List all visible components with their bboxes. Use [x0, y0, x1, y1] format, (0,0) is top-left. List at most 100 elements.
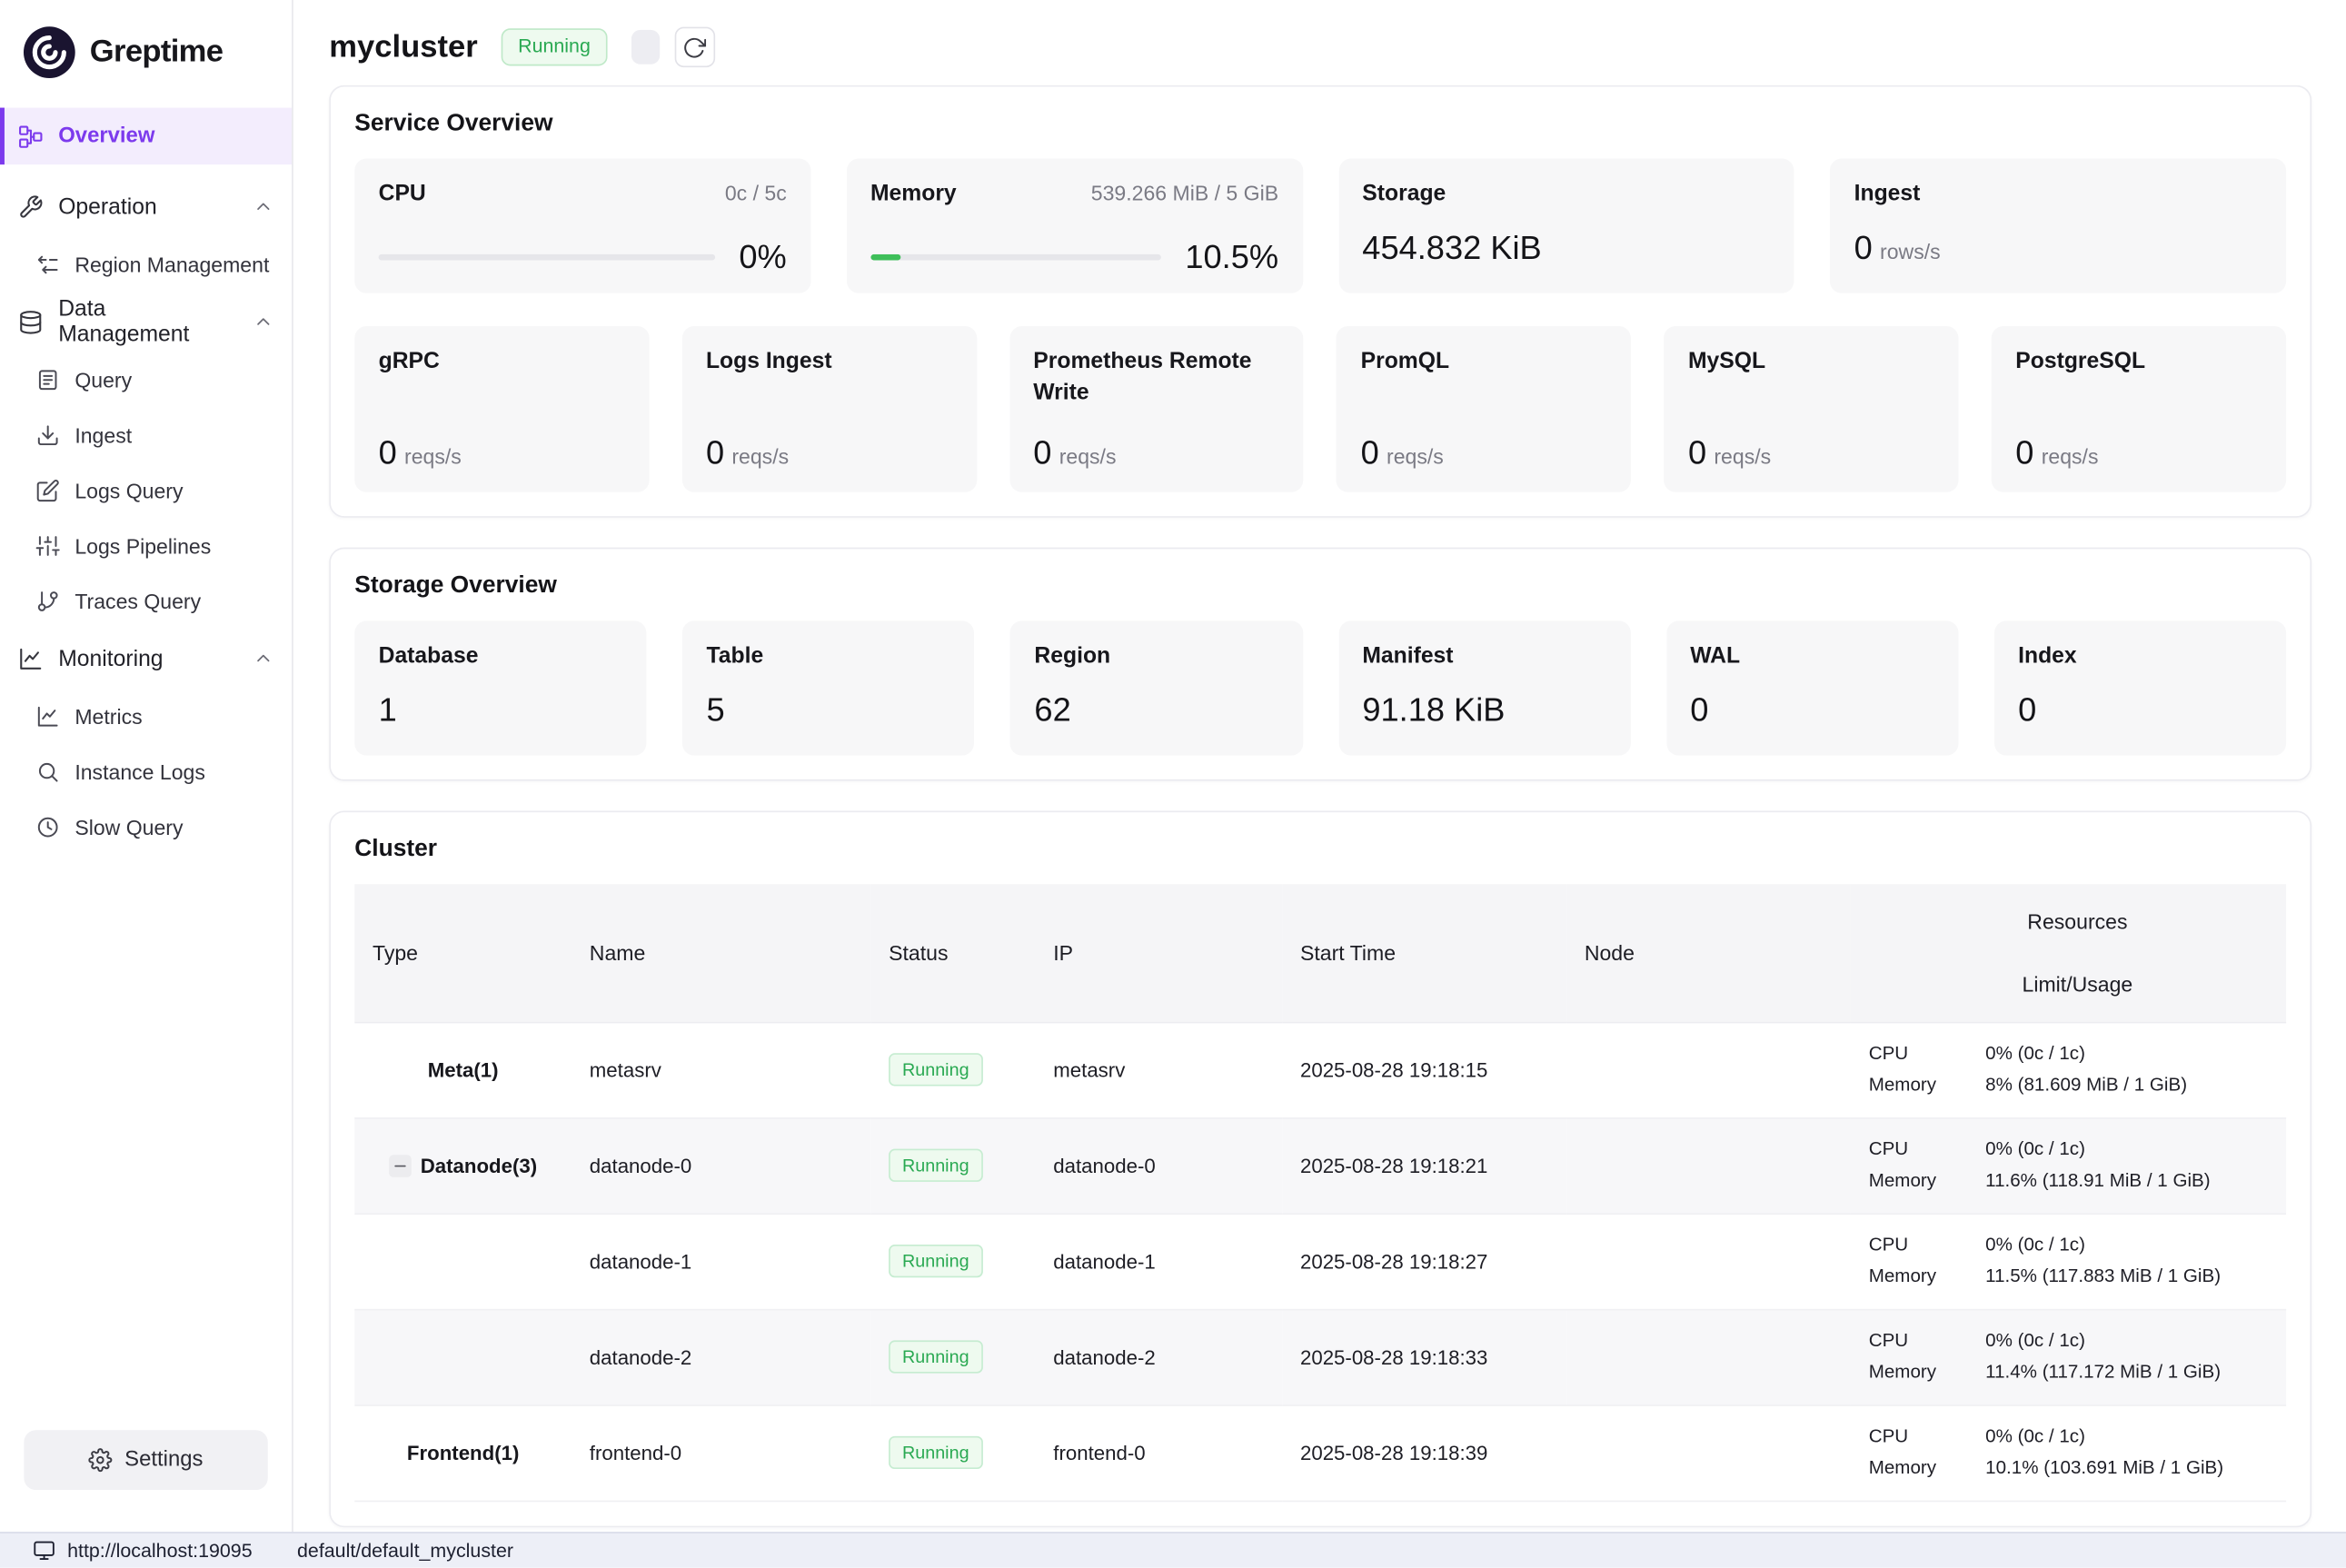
storage-overview-card: Storage Overview Database 1 Table 5 Regi… [329, 548, 2311, 781]
node-start-time: 2025-08-28 19:18:21 [1282, 1117, 1566, 1213]
sidebar-group-label: Operation [58, 194, 156, 219]
sidebar-item-label: Logs Query [75, 478, 183, 501]
stat-label: Memory [870, 178, 957, 210]
sidebar-item-label: Metrics [75, 704, 142, 728]
cpu-usage: 0% (0c / 1c) [1985, 1038, 2286, 1070]
node-name: frontend-0 [572, 1404, 870, 1500]
stat-label: Region [1034, 643, 1110, 669]
node-ip: datanode-0 [1036, 1117, 1283, 1213]
stat-value: 0 [2018, 691, 2262, 730]
minus-icon [391, 1156, 410, 1175]
sidebar-item-label: Logs Pipelines [75, 533, 211, 557]
column-header-resources: Resources Limit/Usage [1851, 884, 2286, 1021]
logs-pipelines-icon [36, 533, 60, 557]
stat-detail: 0c / 5c [725, 181, 787, 204]
status-badge: Running [889, 1436, 982, 1469]
sidebar-item-slow-query[interactable]: Slow Query [0, 799, 292, 854]
metrics-icon [36, 704, 60, 728]
main-content: mycluster Running Service Overview CPU 0… [293, 0, 2346, 1532]
node-node [1566, 1404, 1851, 1500]
table-row-datanode-1: datanode-1 Running datanode-1 2025-08-28… [354, 1213, 2286, 1308]
cluster-card: Cluster Type Name Status IP Start Time [329, 811, 2311, 1527]
sidebar-item-logs-pipelines[interactable]: Logs Pipelines [0, 518, 292, 573]
prometheus-remote-write-rate-tile: Prometheus Remote Write 0reqs/s [1009, 326, 1304, 492]
section-title: Storage Overview [354, 573, 2286, 600]
sidebar-item-label: Traces Query [75, 589, 201, 612]
sidebar-group-label: Monitoring [58, 646, 163, 671]
resource-label: Memory [1869, 1166, 1985, 1197]
status-bar: http://localhost:19095 default/default_m… [0, 1532, 2346, 1568]
column-header-start-time: Start Time [1282, 884, 1566, 1021]
memory-usage: 11.4% (117.172 MiB / 1 GiB) [1985, 1357, 2286, 1389]
settings-button[interactable]: Settings [24, 1430, 267, 1490]
sidebar-item-metrics[interactable]: Metrics [0, 688, 292, 743]
ingest-stat-tile: Ingest 0rows/s [1830, 159, 2286, 293]
rate-unit: reqs/s [731, 444, 789, 468]
column-header-ip: IP [1036, 884, 1283, 1021]
overview-icon [18, 124, 44, 149]
status-badge: Running [889, 1340, 982, 1373]
cpu-stat-tile: CPU 0c / 5c 0% [354, 159, 810, 293]
promql-rate-tile: PromQL 0reqs/s [1337, 326, 1631, 492]
sidebar-item-region-management[interactable]: Region Management [0, 236, 292, 292]
refresh-icon [682, 35, 706, 59]
memory-progress-bar [870, 254, 1161, 261]
rate-value: 0 [1361, 434, 1379, 471]
node-start-time: 2025-08-28 19:18:33 [1282, 1309, 1566, 1404]
sidebar-group-monitoring[interactable]: Monitoring [0, 629, 292, 689]
cpu-usage: 0% (0c / 1c) [1985, 1230, 2286, 1262]
sidebar-item-ingest[interactable]: Ingest [0, 407, 292, 462]
sidebar-item-label: Query [75, 367, 132, 391]
status-bar-path: default/default_mycluster [297, 1540, 513, 1563]
resource-label: CPU [1869, 1421, 1985, 1453]
node-type: Frontend(1) [354, 1442, 572, 1464]
refresh-button[interactable] [674, 27, 714, 67]
region-stat-tile: Region 62 [1010, 620, 1302, 755]
node-start-time: 2025-08-28 19:18:27 [1282, 1213, 1566, 1308]
postgresql-rate-tile: PostgreSQL 0reqs/s [1992, 326, 2286, 492]
chevron-up-icon [253, 648, 273, 669]
memory-usage: 11.6% (118.91 MiB / 1 GiB) [1985, 1166, 2286, 1197]
node-node [1566, 1309, 1851, 1404]
sidebar-item-traces-query[interactable]: Traces Query [0, 573, 292, 629]
sidebar-item-overview[interactable]: Overview [0, 108, 292, 165]
resource-label: CPU [1869, 1230, 1985, 1262]
node-ip: datanode-2 [1036, 1309, 1283, 1404]
brand-name: Greptime [90, 35, 224, 71]
sidebar-group-operation[interactable]: Operation [0, 176, 292, 236]
sidebar-group-data-management[interactable]: Data Management [0, 292, 292, 352]
sidebar-item-instance-logs[interactable]: Instance Logs [0, 743, 292, 799]
cpu-usage: 0% (0c / 1c) [1985, 1134, 2286, 1166]
gauge-icon [36, 815, 60, 839]
ingest-unit: rows/s [1880, 239, 1941, 263]
node-node [1566, 1022, 1851, 1117]
app-window: Greptime Overview Operation Region Manag… [0, 0, 2346, 1568]
node-name: datanode-0 [572, 1117, 870, 1213]
resource-label: CPU [1869, 1038, 1985, 1070]
sidebar-item-label: Instance Logs [75, 759, 205, 783]
manifest-stat-tile: Manifest 91.18 KiB [1338, 620, 1630, 755]
table-stat-tile: Table 5 [682, 620, 974, 755]
rate-label: gRPC [379, 345, 625, 377]
rate-label: PromQL [1361, 345, 1607, 377]
resource-label: CPU [1869, 1325, 1985, 1357]
stat-label: Table [707, 643, 764, 669]
memory-stat-tile: Memory 539.266 MiB / 5 GiB 10.5% [847, 159, 1303, 293]
status-bar-url: http://localhost:19095 [67, 1540, 253, 1563]
resource-label: Memory [1869, 1069, 1985, 1101]
rate-label: MySQL [1688, 345, 1934, 377]
sidebar-nav: Overview Operation Region Management Dat… [0, 108, 292, 1431]
column-header-node: Node [1566, 884, 1851, 1021]
resource-label: CPU [1869, 1134, 1985, 1166]
resources-header: Resources [1869, 889, 2286, 952]
section-title: Cluster [354, 836, 2286, 863]
settings-label: Settings [124, 1448, 203, 1472]
storage-stat-tile: Storage 454.832 KiB [1338, 159, 1794, 293]
sidebar-item-logs-query[interactable]: Logs Query [0, 462, 292, 518]
section-title: Service Overview [354, 111, 2286, 138]
sidebar-item-query[interactable]: Query [0, 352, 292, 407]
collapse-toggle[interactable] [389, 1154, 412, 1176]
quick-action-button[interactable] [631, 30, 659, 65]
stat-value: 0 [1690, 691, 1934, 730]
page-title: mycluster [329, 29, 477, 65]
